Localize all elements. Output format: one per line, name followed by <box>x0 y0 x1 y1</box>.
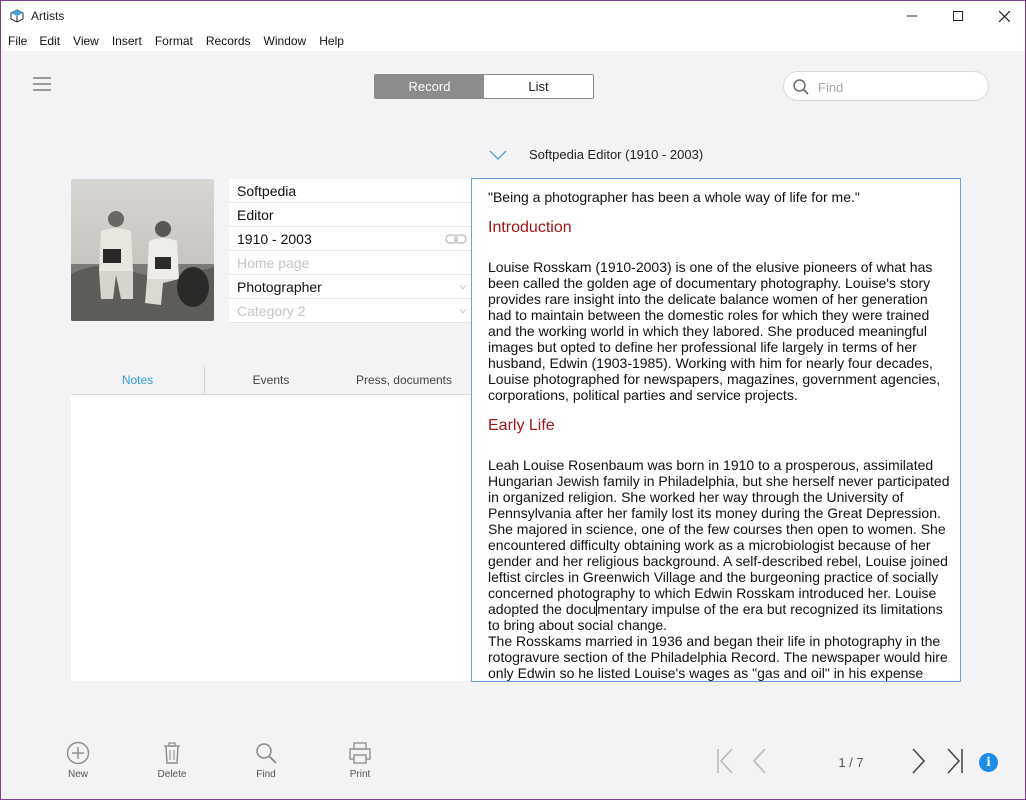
first-name-field[interactable]: Softpedia <box>229 179 471 203</box>
search-icon <box>793 79 809 95</box>
trash-icon <box>164 742 180 764</box>
new-button[interactable]: New <box>48 741 108 780</box>
menu-window[interactable]: Window <box>264 31 307 51</box>
bottom-toolbar: New Delete Find Print 1 / 7 i <box>1 723 1025 799</box>
photo-image <box>71 179 214 321</box>
record-view-button[interactable]: Record <box>375 75 484 98</box>
first-record-icon[interactable] <box>715 747 735 775</box>
category-1-field[interactable]: Photographer <box>229 275 471 299</box>
menu-help[interactable]: Help <box>319 31 344 51</box>
early-life-paragraph: Leah Louise Rosenbaum was born in 1910 t… <box>488 457 954 633</box>
dropdown-icon[interactable] <box>459 307 467 315</box>
record-heading: Softpedia Editor (1910 - 2003) <box>529 147 704 162</box>
minimize-button[interactable] <box>889 1 935 31</box>
category-2-field[interactable]: Category 2 <box>229 299 471 323</box>
minimize-icon <box>907 15 917 17</box>
menu-view[interactable]: View <box>73 31 99 51</box>
menu-insert[interactable]: Insert <box>112 31 142 51</box>
find-button[interactable]: Find <box>236 741 296 780</box>
last-name-value: Editor <box>237 207 274 223</box>
maximize-button[interactable] <box>935 1 981 31</box>
tab-events[interactable]: Events <box>204 367 337 393</box>
search-box <box>783 71 989 101</box>
title-bar: Artists <box>1 1 1025 31</box>
category-2-placeholder: Category 2 <box>237 303 306 319</box>
tab-press-documents[interactable]: Press, documents <box>337 367 471 393</box>
record-fields: Softpedia Editor 1910 - 2003 Home page P… <box>229 179 471 323</box>
view-toggle: Record List <box>374 74 594 99</box>
last-record-icon[interactable] <box>945 747 965 775</box>
introduction-heading: Introduction <box>488 219 572 236</box>
print-button[interactable]: Print <box>330 741 390 780</box>
first-name-value: Softpedia <box>237 183 297 199</box>
info-icon[interactable]: i <box>979 753 998 772</box>
last-name-field[interactable]: Editor <box>229 203 471 227</box>
printer-icon <box>349 742 371 764</box>
menu-file[interactable]: File <box>8 31 27 51</box>
dates-value: 1910 - 2003 <box>237 231 312 247</box>
list-view-button[interactable]: List <box>484 75 593 98</box>
tab-notes[interactable]: Notes <box>71 367 204 393</box>
dates-field[interactable]: 1910 - 2003 <box>229 227 471 251</box>
close-icon <box>998 10 1010 22</box>
early-life-text-a: Leah Louise Rosenbaum was born in 1910 t… <box>488 457 950 617</box>
plus-circle-icon <box>66 741 90 765</box>
maximize-icon <box>953 11 963 21</box>
marriage-paragraph: The Rosskams married in 1936 and began t… <box>488 633 948 681</box>
early-life-heading: Early Life <box>488 417 555 434</box>
artist-photo[interactable] <box>71 179 214 321</box>
menu-format[interactable]: Format <box>155 31 193 51</box>
previous-record-icon[interactable] <box>751 747 767 775</box>
category-1-value: Photographer <box>237 279 322 295</box>
menu-bar: File Edit View Insert Format Records Win… <box>1 31 1025 51</box>
link-icon[interactable] <box>445 232 467 246</box>
notes-area[interactable] <box>71 395 471 681</box>
quote-text: "Being a photographer has been a whole w… <box>488 189 860 205</box>
next-record-icon[interactable] <box>911 747 927 775</box>
hamburger-menu-icon[interactable] <box>33 77 51 93</box>
search-input[interactable] <box>818 79 978 95</box>
home-page-field[interactable]: Home page <box>229 251 471 275</box>
chevron-down-icon[interactable] <box>489 149 507 161</box>
print-label: Print <box>349 769 371 780</box>
app-window: Artists File Edit View Insert Format Rec… <box>0 0 1026 800</box>
dropdown-icon[interactable] <box>459 283 467 291</box>
window-title: Artists <box>31 9 65 23</box>
find-label: Find <box>256 769 276 780</box>
record-counter: 1 / 7 <box>838 755 864 770</box>
home-page-placeholder: Home page <box>237 255 310 271</box>
menu-edit[interactable]: Edit <box>39 31 60 51</box>
magnifier-icon <box>256 743 277 764</box>
app-icon <box>10 9 24 23</box>
menu-records[interactable]: Records <box>206 31 251 51</box>
delete-label: Delete <box>157 769 187 780</box>
introduction-paragraph: Louise Rosskam (1910-2003) is one of the… <box>488 259 941 403</box>
biography-editor[interactable]: "Being a photographer has been a whole w… <box>471 178 961 682</box>
close-button[interactable] <box>981 1 1026 31</box>
new-label: New <box>67 769 88 780</box>
detail-tabs: Notes Events Press, documents <box>71 367 471 395</box>
delete-button[interactable]: Delete <box>142 741 202 780</box>
